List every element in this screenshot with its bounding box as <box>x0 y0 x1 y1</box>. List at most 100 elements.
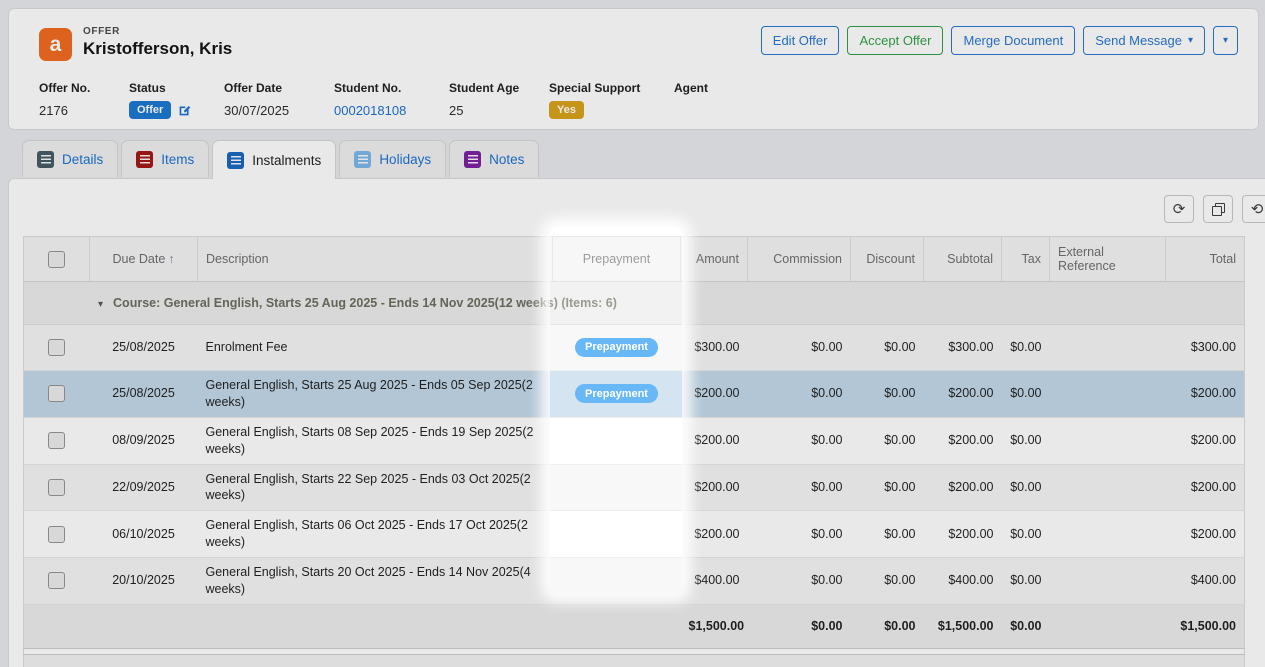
tab-instalments[interactable]: Instalments <box>212 140 336 179</box>
cell-description: General English, Starts 06 Oct 2025 - En… <box>198 511 553 558</box>
total-tax: $0.00 <box>1002 604 1050 648</box>
cell-checkbox <box>24 325 90 371</box>
cell-description: Enrolment Fee <box>198 325 553 371</box>
title-block: OFFER Kristofferson, Kris <box>83 26 232 59</box>
instalment-row[interactable]: 20/10/2025General English, Starts 20 Oct… <box>24 558 1245 605</box>
total-due_date <box>90 654 198 667</box>
table-toolbar: ⟳ ⟲ <box>23 195 1265 223</box>
send-message-button[interactable]: Send Message▾ <box>1083 26 1205 55</box>
cell-external_reference <box>1050 558 1166 605</box>
row-checkbox[interactable] <box>48 339 65 356</box>
column-header-label: Discount <box>866 252 915 266</box>
cell-subtotal: $200.00 <box>924 511 1002 558</box>
column-header-amount[interactable]: Amount <box>681 237 748 282</box>
info-value: 25 <box>449 101 549 119</box>
info-label: Agent <box>674 81 708 95</box>
prepayment-badge: Prepayment <box>575 384 658 403</box>
column-header-prepayment[interactable]: Prepayment <box>553 237 681 282</box>
more-actions-button[interactable]: ▾ <box>1213 26 1238 55</box>
row-checkbox[interactable] <box>48 385 65 402</box>
row-checkbox[interactable] <box>48 432 65 449</box>
info-label: Student No. <box>334 81 449 95</box>
cell-external_reference <box>1050 371 1166 418</box>
instalment-row[interactable]: 08/09/2025General English, Starts 08 Sep… <box>24 417 1245 464</box>
tab-items[interactable]: Items <box>121 140 209 177</box>
total-description <box>198 654 553 667</box>
total-external_reference <box>1050 654 1166 667</box>
tab-label: Notes <box>489 152 524 167</box>
row-checkbox[interactable] <box>48 526 65 543</box>
row-checkbox[interactable] <box>48 479 65 496</box>
copy-button[interactable] <box>1203 195 1233 223</box>
cell-discount: $0.00 <box>851 464 924 511</box>
instalment-row[interactable]: 25/08/2025Enrolment FeePrepayment$300.00… <box>24 325 1245 371</box>
cell-commission: $0.00 <box>748 417 851 464</box>
column-header-discount[interactable]: Discount <box>851 237 924 282</box>
cell-checkbox <box>24 464 90 511</box>
instalment-row[interactable]: 25/08/2025General English, Starts 25 Aug… <box>24 371 1245 418</box>
cell-prepayment <box>553 511 681 558</box>
cell-commission: $0.00 <box>748 511 851 558</box>
status-badge: Offer <box>129 101 171 119</box>
column-header-external_reference[interactable]: External Reference <box>1050 237 1166 282</box>
column-header-due_date[interactable]: Due Date↑ <box>90 237 198 282</box>
column-header-description[interactable]: Description <box>198 237 553 282</box>
notes-tab-icon <box>464 151 481 168</box>
total-tax: $0.00 <box>1002 654 1050 667</box>
column-header-commission[interactable]: Commission <box>748 237 851 282</box>
total-prepayment <box>553 654 681 667</box>
select-all-checkbox[interactable] <box>48 251 65 268</box>
cell-total: $400.00 <box>1166 558 1245 605</box>
table-header: Due Date↑ Description PrepaymentAmountComm… <box>24 237 1245 282</box>
header-top-row: a OFFER Kristofferson, Kris Edit OfferAc… <box>9 9 1258 61</box>
refresh-button[interactable]: ⟳ <box>1164 195 1194 223</box>
history-icon: ⟲ <box>1251 202 1264 217</box>
instalments-tab-icon <box>227 152 244 169</box>
merge-document-button[interactable]: Merge Document <box>951 26 1075 55</box>
cell-prepayment <box>553 558 681 605</box>
instalment-row[interactable]: 06/10/2025General English, Starts 06 Oct… <box>24 511 1245 558</box>
cell-due_date: 06/10/2025 <box>90 511 198 558</box>
copy-icon <box>1212 203 1225 216</box>
cell-commission: $0.00 <box>748 371 851 418</box>
edit-status-icon[interactable] <box>178 104 191 117</box>
tab-holidays[interactable]: Holidays <box>339 140 446 177</box>
total-description <box>198 604 553 648</box>
column-header-subtotal[interactable]: Subtotal <box>924 237 1002 282</box>
caret-down-icon: ▾ <box>1188 36 1193 46</box>
info-item-offer-date: Offer Date30/07/2025 <box>224 81 334 119</box>
accept-offer-button[interactable]: Accept Offer <box>847 26 943 55</box>
student-no-link[interactable]: 0002018108 <box>334 103 406 118</box>
cell-external_reference <box>1050 417 1166 464</box>
column-header-tax[interactable]: Tax <box>1002 237 1050 282</box>
tab-notes[interactable]: Notes <box>449 140 539 177</box>
cell-due_date: 08/09/2025 <box>90 417 198 464</box>
info-label: Student Age <box>449 81 549 95</box>
column-header-label: Due Date <box>112 252 165 266</box>
column-header-total[interactable]: Total <box>1166 237 1245 282</box>
edit-offer-button[interactable]: Edit Offer <box>761 26 840 55</box>
button-label: Merge Document <box>963 33 1063 48</box>
cell-total: $200.00 <box>1166 371 1245 418</box>
cell-prepayment <box>553 417 681 464</box>
history-button[interactable]: ⟲ <box>1242 195 1265 223</box>
column-header-label: Description <box>206 252 269 266</box>
column-header-label: External Reference <box>1058 245 1116 273</box>
instalments-panel: ⟳ ⟲ Due Date↑DescriptionPrepaymentAmount… <box>8 178 1265 667</box>
collapse-caret-icon[interactable]: ▾ <box>98 299 103 310</box>
cell-commission: $0.00 <box>748 325 851 371</box>
tab-label: Instalments <box>252 153 321 168</box>
cell-commission: $0.00 <box>748 558 851 605</box>
instalment-row[interactable]: 22/09/2025General English, Starts 22 Sep… <box>24 464 1245 511</box>
cell-due_date: 22/09/2025 <box>90 464 198 511</box>
total-external_reference <box>1050 604 1166 648</box>
info-label: Offer Date <box>224 81 334 95</box>
total-amount: $1,500.00 <box>681 604 748 648</box>
cell-subtotal: $200.00 <box>924 417 1002 464</box>
cell-tax: $0.00 <box>1002 417 1050 464</box>
tab-details[interactable]: Details <box>22 140 118 177</box>
row-checkbox[interactable] <box>48 572 65 589</box>
info-label: Offer No. <box>39 81 129 95</box>
cell-total: $200.00 <box>1166 464 1245 511</box>
cell-amount: $200.00 <box>681 511 748 558</box>
